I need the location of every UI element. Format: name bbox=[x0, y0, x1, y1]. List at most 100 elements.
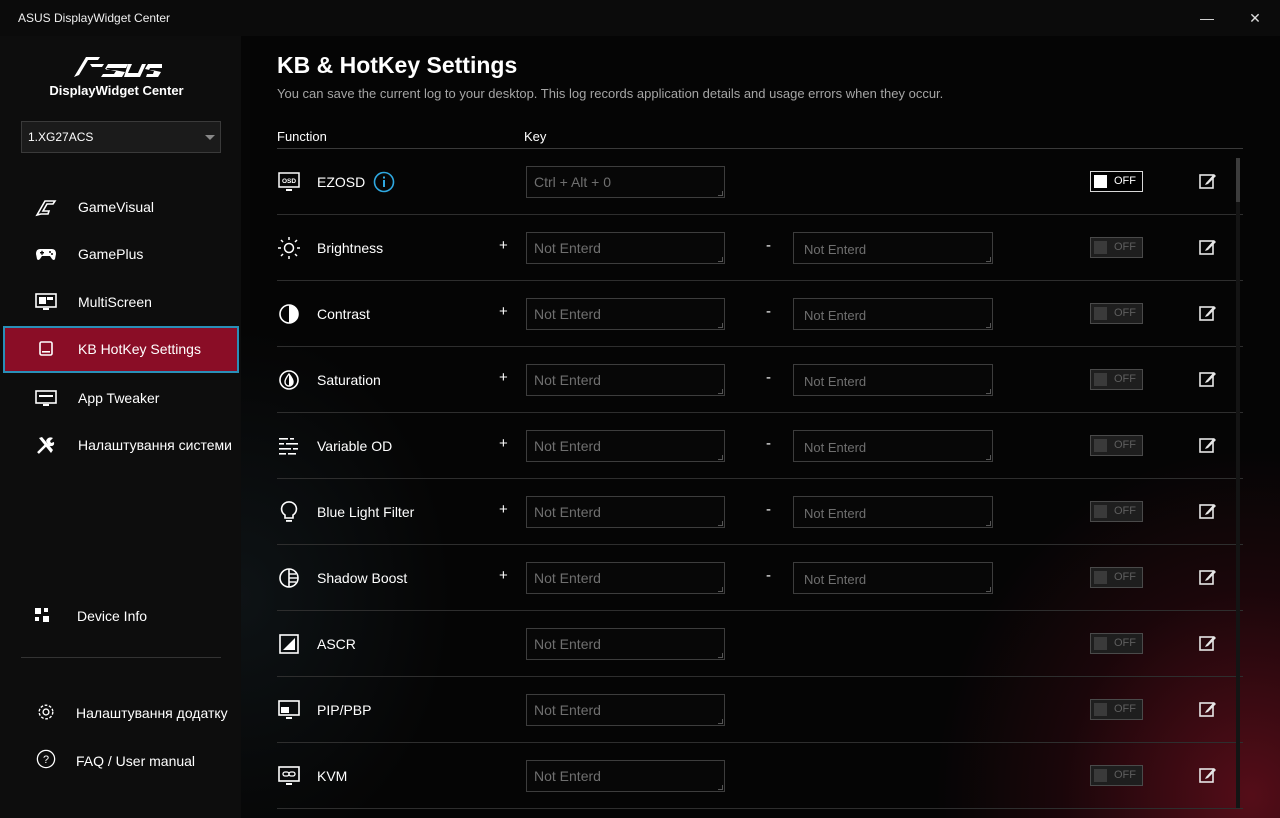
toggle-knob bbox=[1094, 373, 1107, 386]
help-icon: ? bbox=[36, 749, 56, 769]
device-select[interactable]: 1.XG27ACS bbox=[21, 121, 221, 153]
gamevisual-icon bbox=[35, 200, 57, 217]
decrease-hotkey-input[interactable]: Not Enterd bbox=[793, 364, 993, 396]
hotkey-toggle[interactable]: OFF bbox=[1090, 765, 1143, 786]
saturation-icon bbox=[279, 370, 299, 390]
sidebar-divider bbox=[21, 657, 221, 658]
increase-sign: + bbox=[499, 237, 508, 254]
hotkey-toggle[interactable]: OFF bbox=[1090, 435, 1143, 456]
scrollbar-thumb[interactable] bbox=[1236, 158, 1240, 202]
nav-label: MultiScreen bbox=[78, 294, 152, 310]
edit-icon[interactable] bbox=[1199, 370, 1217, 388]
nav-label: App Tweaker bbox=[78, 390, 160, 406]
toggle-knob bbox=[1094, 439, 1107, 452]
edit-icon[interactable] bbox=[1199, 502, 1217, 520]
hotkey-toggle[interactable]: OFF bbox=[1090, 633, 1143, 654]
decrease-hotkey-input[interactable]: Not Enterd bbox=[793, 232, 993, 264]
page-title: KB & HotKey Settings bbox=[277, 52, 518, 78]
toggle-knob bbox=[1094, 703, 1107, 716]
edit-icon[interactable] bbox=[1199, 700, 1217, 718]
nav-item-system-settings[interactable]: Налаштування системи bbox=[3, 422, 239, 469]
edit-icon[interactable] bbox=[1199, 766, 1217, 784]
decrease-hotkey-input[interactable]: Not Enterd bbox=[793, 430, 993, 462]
main-panel: KB & HotKey Settings You can save the cu… bbox=[241, 36, 1280, 818]
hotkey-input[interactable]: Ctrl + Alt + 0 bbox=[526, 166, 725, 198]
increase-hotkey-input[interactable]: Not Enterd bbox=[526, 298, 725, 330]
hotkey-toggle[interactable]: OFF bbox=[1090, 501, 1143, 522]
brightness-icon bbox=[278, 237, 300, 259]
decrease-hotkey-input[interactable]: Not Enterd bbox=[793, 496, 993, 528]
osd-icon: OSD bbox=[278, 172, 300, 191]
hotkey-toggle[interactable]: OFF bbox=[1090, 303, 1143, 324]
toggle-label: OFF bbox=[1114, 637, 1136, 649]
hotkey-input[interactable]: Not Enterd bbox=[526, 628, 725, 660]
nav-label: Налаштування додатку bbox=[76, 705, 228, 721]
increase-sign: + bbox=[499, 369, 508, 386]
increase-hotkey-input[interactable]: Not Enterd bbox=[526, 232, 725, 264]
hotkey-row-ezosd: OSD EZOSD Ctrl + Alt + 0 OFF bbox=[277, 149, 1243, 215]
hotkey-toggle[interactable]: OFF bbox=[1090, 369, 1143, 390]
scrollbar[interactable] bbox=[1236, 158, 1240, 808]
increase-hotkey-input[interactable]: Not Enterd bbox=[526, 364, 725, 396]
toggle-knob bbox=[1094, 307, 1107, 320]
increase-sign: + bbox=[499, 303, 508, 320]
pip-icon bbox=[278, 700, 300, 719]
nav-item-kb-hotkey-settings[interactable]: KB HotKey Settings bbox=[3, 326, 239, 373]
edit-icon[interactable] bbox=[1199, 436, 1217, 454]
chevron-down-icon bbox=[205, 135, 215, 140]
contrast-icon bbox=[279, 304, 299, 324]
edit-icon[interactable] bbox=[1199, 238, 1217, 256]
decrease-sign: - bbox=[766, 237, 771, 254]
nav-item-gamevisual[interactable]: GameVisual bbox=[3, 184, 239, 231]
hotkey-toggle[interactable]: OFF bbox=[1090, 237, 1143, 258]
minimize-button[interactable]: — bbox=[1192, 6, 1222, 30]
nav-item-multiscreen[interactable]: MultiScreen bbox=[3, 279, 239, 326]
decrease-hotkey-input[interactable]: Not Enterd bbox=[793, 298, 993, 330]
hotkey-input[interactable]: Not Enterd bbox=[526, 760, 725, 792]
svg-text:OSD: OSD bbox=[282, 178, 296, 185]
nav-label: Device Info bbox=[77, 608, 148, 624]
hotkey-toggle[interactable]: OFF bbox=[1090, 699, 1143, 720]
nav-item-app-tweaker[interactable]: App Tweaker bbox=[3, 375, 239, 422]
toggle-knob bbox=[1094, 175, 1107, 188]
toggle-label: OFF bbox=[1114, 175, 1136, 187]
edit-icon[interactable] bbox=[1199, 304, 1217, 322]
gamepad-icon bbox=[36, 249, 56, 260]
hotkey-input[interactable]: Not Enterd bbox=[526, 694, 725, 726]
nav-label: FAQ / User manual bbox=[76, 753, 196, 769]
hotkey-row-shadow-boost: Shadow Boost + Not Enterd - Not Enterd O… bbox=[277, 545, 1243, 611]
hotkey-toggle[interactable]: OFF bbox=[1090, 567, 1143, 588]
gear-icon bbox=[38, 704, 54, 720]
sidebar: DisplayWidget Center 1.XG27ACS GameVisua… bbox=[0, 36, 241, 818]
increase-hotkey-input[interactable]: Not Enterd bbox=[526, 562, 725, 594]
edit-icon[interactable] bbox=[1199, 568, 1217, 586]
nav-label: KB HotKey Settings bbox=[78, 341, 201, 357]
title-bar: ASUS DisplayWidget Center — ✕ bbox=[0, 0, 1280, 36]
toggle-knob bbox=[1094, 637, 1107, 650]
toggle-label: OFF bbox=[1114, 505, 1136, 517]
close-button[interactable]: ✕ bbox=[1240, 6, 1270, 30]
column-header-key: Key bbox=[524, 129, 547, 144]
info-icon[interactable] bbox=[373, 171, 395, 193]
hotkey-icon bbox=[39, 341, 53, 356]
function-name: PIP/PBP bbox=[317, 702, 372, 718]
increase-sign: + bbox=[499, 501, 508, 518]
decrease-sign: - bbox=[766, 369, 771, 386]
function-name: Variable OD bbox=[317, 438, 393, 454]
hotkey-toggle[interactable]: OFF bbox=[1090, 171, 1143, 192]
increase-hotkey-input[interactable]: Not Enterd bbox=[526, 496, 725, 528]
app-tweaker-icon bbox=[35, 390, 57, 406]
increase-hotkey-input[interactable]: Not Enterd bbox=[526, 430, 725, 462]
nav-item-app-settings[interactable]: Налаштування додатку bbox=[3, 690, 239, 737]
decrease-hotkey-input[interactable]: Not Enterd bbox=[793, 562, 993, 594]
edit-icon[interactable] bbox=[1199, 172, 1217, 190]
decrease-sign: - bbox=[766, 435, 771, 452]
nav-item-gameplus[interactable]: GamePlus bbox=[3, 231, 239, 278]
toggle-knob bbox=[1094, 769, 1107, 782]
nav-item-faq[interactable]: ? FAQ / User manual bbox=[3, 738, 239, 785]
bulb-icon bbox=[280, 501, 298, 522]
toggle-knob bbox=[1094, 571, 1107, 584]
edit-icon[interactable] bbox=[1199, 634, 1217, 652]
decrease-sign: - bbox=[766, 303, 771, 320]
nav-item-device-info[interactable]: Device Info bbox=[3, 593, 239, 640]
